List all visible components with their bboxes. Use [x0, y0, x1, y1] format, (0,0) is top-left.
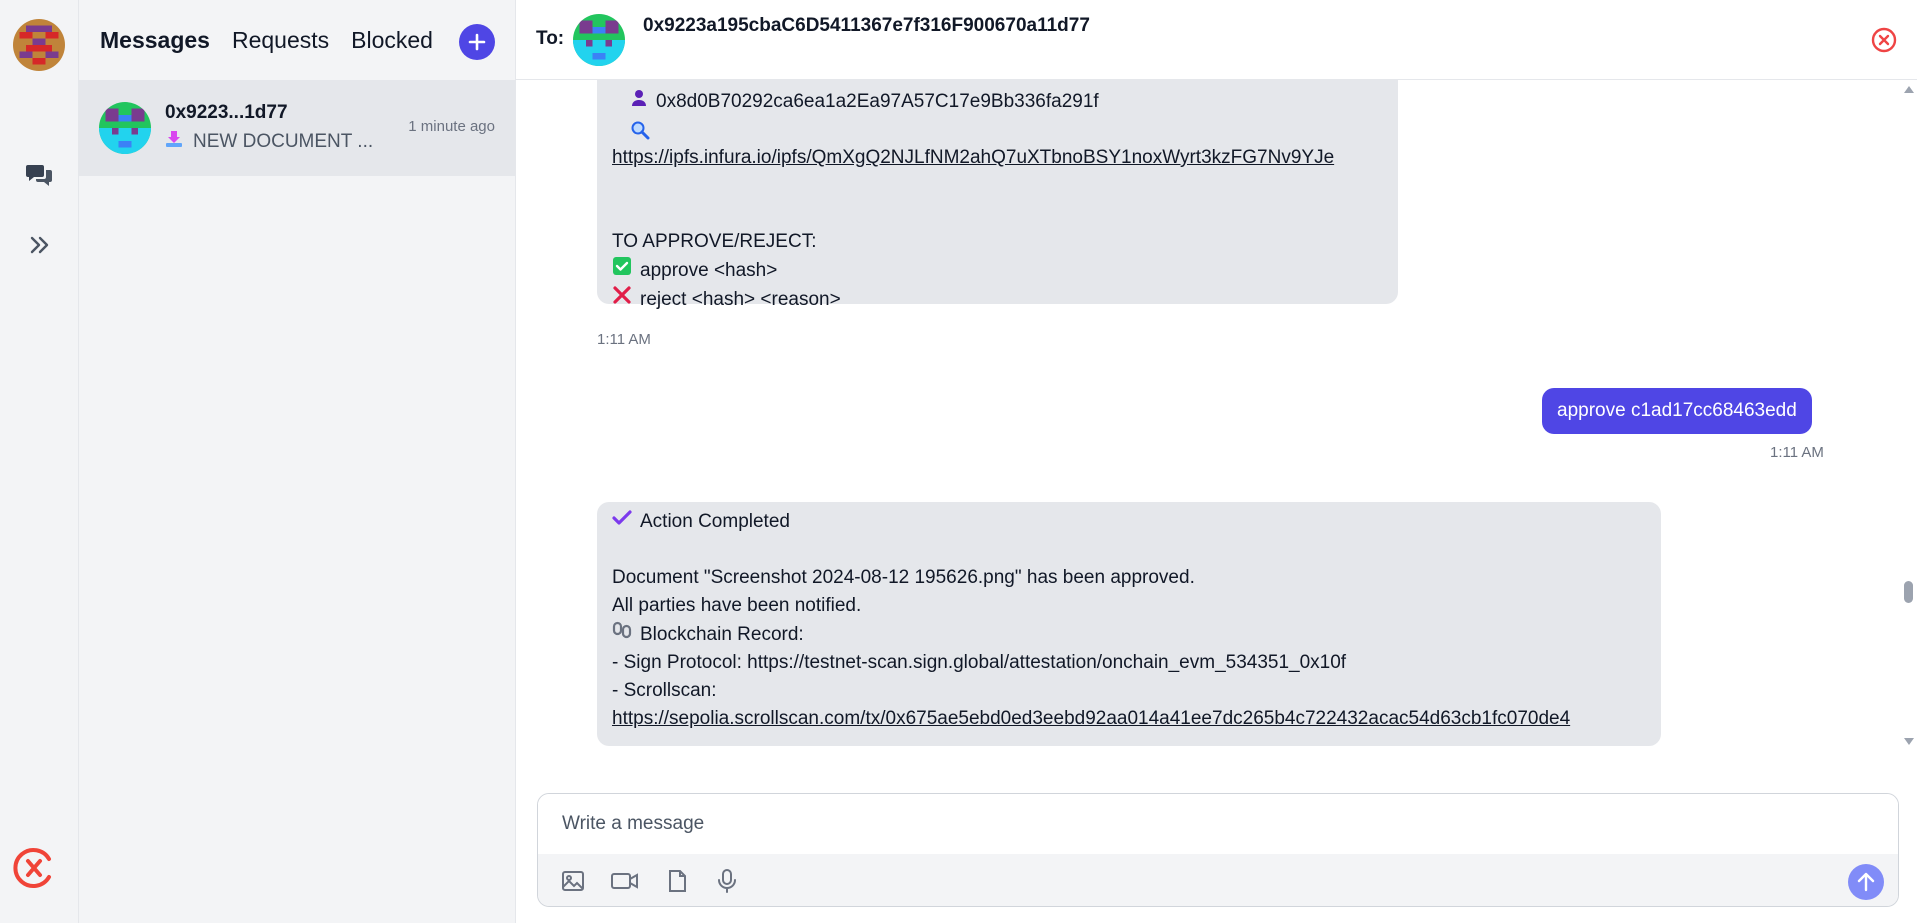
conversation-tabs: Messages Requests Blocked	[79, 0, 515, 80]
conversation-time: 1 minute ago	[408, 118, 495, 135]
chat-bubbles-icon[interactable]	[24, 160, 54, 190]
chain-link-icon	[612, 620, 632, 649]
scroll-up-arrow[interactable]	[1904, 86, 1914, 93]
recipient-avatar	[573, 14, 625, 66]
scroll-thumb[interactable]	[1904, 581, 1913, 603]
check-box-icon	[612, 256, 632, 285]
to-label: To:	[536, 28, 565, 49]
user-icon	[630, 88, 648, 116]
tab-blocked[interactable]: Blocked	[351, 27, 433, 54]
message-composer	[537, 793, 1899, 907]
left-rail	[0, 0, 79, 923]
microphone-icon[interactable]	[714, 868, 740, 894]
blockchain-record-line: Blockchain Record:	[612, 620, 1646, 649]
conversation-list-panel: Messages Requests Blocked 0x9223...1d77	[79, 0, 516, 923]
blockchain-record-label: Blockchain Record:	[640, 623, 804, 645]
tab-requests[interactable]: Requests	[232, 27, 329, 54]
approval-status-text: Document "Screenshot 2024-08-12 195626.p…	[612, 567, 1195, 588]
action-completed-line: Action Completed	[612, 508, 1646, 536]
document-link-line: https://ipfs.infura.io/ipfs/QmXgQ2NJLfNM…	[612, 144, 1383, 172]
composer-toolbar	[538, 854, 1898, 906]
recipient-address: 0x9223a195cbaC6D5411367e7f316F900670a11d…	[643, 15, 1090, 36]
approve-instruction-text: approve <hash>	[640, 259, 778, 281]
reject-instruction: reject <hash> <reason>	[612, 285, 1383, 314]
chat-header: To: 0x9223a195cbaC6D5411367e7f316F900670…	[516, 0, 1917, 80]
instructions-title: TO APPROVE/REJECT:	[612, 231, 817, 252]
approve-instruction: approve <hash>	[612, 256, 1383, 285]
message-timestamp: 1:11 AM	[1770, 444, 1824, 461]
conversation-item[interactable]: 0x9223...1d77 NEW DOCUMENT ... 1 minute …	[79, 80, 515, 176]
message-bubble-incoming: 0x8d0B70292ca6ea1a2Ea97A57C17e9Bb336fa29…	[597, 80, 1398, 310]
search-icon	[612, 116, 1383, 144]
cross-mark-icon	[612, 285, 632, 314]
message-list[interactable]: 0x8d0B70292ca6ea1a2Ea97A57C17e9Bb336fa29…	[516, 80, 1917, 750]
message-input[interactable]	[538, 794, 1898, 854]
scroll-down-arrow[interactable]	[1904, 738, 1914, 745]
user-avatar[interactable]	[13, 19, 65, 71]
signer-address: 0x8d0B70292ca6ea1a2Ea97A57C17e9Bb336fa29…	[656, 91, 1099, 112]
sign-protocol-line: - Sign Protocol: https://testnet-scan.si…	[612, 652, 1347, 673]
reject-instruction-text: reject <hash> <reason>	[640, 288, 841, 310]
plus-icon	[468, 33, 486, 51]
scrollscan-label: - Scrollscan:	[612, 680, 717, 701]
check-mark-icon	[612, 508, 632, 536]
ipfs-document-link[interactable]: https://ipfs.infura.io/ipfs/QmXgQ2NJLfNM…	[612, 144, 1334, 172]
conversation-name: 0x9223...1d77	[165, 102, 288, 123]
conversation-preview-text: NEW DOCUMENT ...	[193, 131, 374, 152]
message-scrollbar[interactable]	[1901, 82, 1917, 750]
scrollscan-link[interactable]: https://sepolia.scrollscan.com/tx/0x675a…	[612, 705, 1570, 733]
signer-line: 0x8d0B70292ca6ea1a2Ea97A57C17e9Bb336fa29…	[612, 88, 1383, 116]
close-icon	[1871, 27, 1897, 53]
video-icon[interactable]	[610, 868, 640, 894]
chat-panel: To: 0x9223a195cbaC6D5411367e7f316F900670…	[516, 0, 1917, 923]
outgoing-message-text: approve c1ad17cc68463edd	[1557, 400, 1797, 421]
notification-status-text: All parties have been notified.	[612, 595, 862, 616]
conversation-preview: NEW DOCUMENT ...	[165, 130, 373, 154]
close-conversation-button[interactable]	[1870, 26, 1898, 54]
chevrons-right-icon[interactable]	[24, 230, 54, 260]
send-button[interactable]	[1848, 864, 1884, 900]
file-icon[interactable]	[664, 868, 690, 894]
image-icon[interactable]	[560, 868, 586, 894]
inbox-tray-icon	[165, 130, 183, 154]
conversation-avatar	[99, 102, 151, 154]
scrollscan-link-line: https://sepolia.scrollscan.com/tx/0x675a…	[612, 705, 1646, 733]
xmtp-logo[interactable]	[13, 847, 55, 889]
arrow-up-icon	[1857, 872, 1875, 892]
message-bubble-incoming: Action Completed Document "Screenshot 20…	[597, 502, 1661, 746]
message-bubble-outgoing: approve c1ad17cc68463edd	[1542, 388, 1812, 434]
tab-messages[interactable]: Messages	[100, 27, 210, 54]
new-conversation-button[interactable]	[459, 24, 495, 60]
action-completed-title: Action Completed	[640, 511, 790, 532]
message-timestamp: 1:11 AM	[597, 331, 651, 348]
